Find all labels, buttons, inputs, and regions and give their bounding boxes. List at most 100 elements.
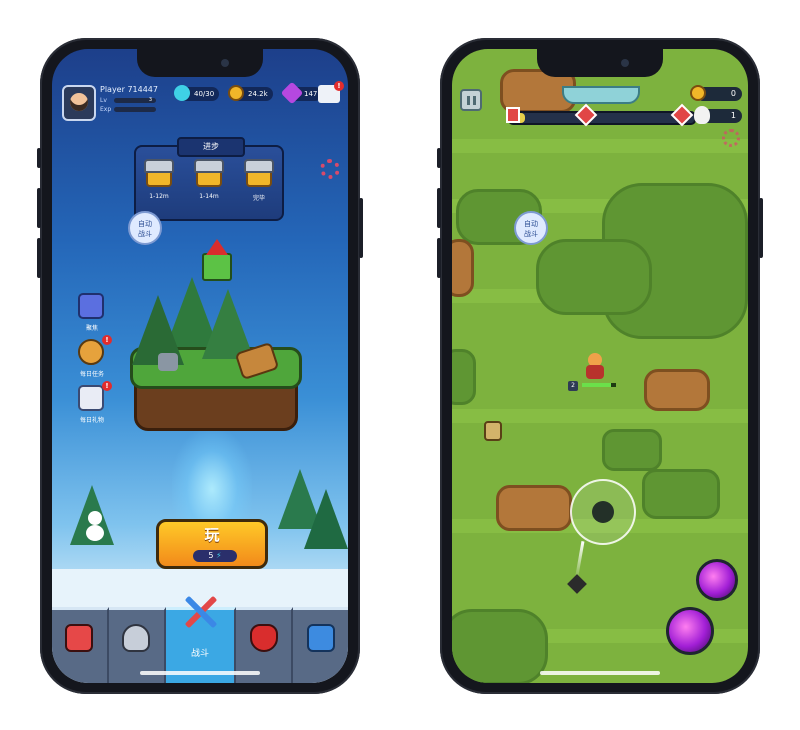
avatar-face-icon <box>70 93 88 111</box>
progress-card[interactable]: 进步 1-12m 1-14m 完毕 <box>134 137 284 221</box>
virtual-joystick[interactable] <box>570 479 636 545</box>
play-cost: 5 ⚡ <box>193 550 237 562</box>
coin-icon <box>228 85 244 101</box>
gem-value: 147 <box>304 90 318 98</box>
dark-grass-patch <box>452 609 548 683</box>
coin-value: 0 <box>730 89 736 98</box>
mute-switch <box>437 148 441 168</box>
phone-frame-right: 0 1 自动 战斗 2 <box>437 38 763 694</box>
auto-battle-label-2: 战斗 <box>138 230 152 238</box>
level-value: 3 <box>148 97 152 103</box>
chest-icon[interactable] <box>144 159 174 187</box>
home-indicator[interactable] <box>540 671 660 675</box>
daily-gift-badge: ! <box>102 381 112 391</box>
hero-health-bar <box>582 383 616 387</box>
helmet-icon <box>122 624 151 652</box>
lightning-icon <box>174 85 190 101</box>
dark-grass-patch <box>536 239 652 315</box>
gameplay-screen: 0 1 自动 战斗 2 <box>452 49 748 683</box>
shop-icon <box>65 624 94 652</box>
volume-up-button <box>37 188 41 228</box>
skull-icon <box>694 106 710 124</box>
chest-label: 1-12m <box>149 193 169 200</box>
chest-icon[interactable] <box>244 159 274 187</box>
power-button <box>359 198 363 258</box>
play-button[interactable]: 玩 5 ⚡ <box>156 519 268 569</box>
phone-frame-left: Player 714447 Lv 3 Exp 40/30 24.2k 147 ! <box>37 38 363 694</box>
exp-label: Exp <box>100 106 112 113</box>
settings-gear-icon[interactable] <box>320 159 340 179</box>
screen-icon <box>78 293 104 319</box>
camera-icon <box>221 59 229 67</box>
player-hero <box>582 353 608 381</box>
energy-icon: ⚡ <box>216 551 222 560</box>
mail-badge: ! <box>334 81 344 91</box>
chest-label: 1-14m <box>199 193 219 200</box>
chest-label: 完毕 <box>252 195 265 202</box>
player-name: Player 714447 <box>100 85 158 94</box>
power-button <box>759 198 763 258</box>
skill-button-1[interactable] <box>696 559 738 601</box>
auto-battle-label-1: 自动 <box>138 220 152 228</box>
auto-battle-label-1: 自动 <box>524 220 538 228</box>
coin-counter[interactable]: 24.2k <box>228 85 273 101</box>
progress-title: 进步 <box>177 137 245 157</box>
settings-gear-icon[interactable] <box>722 129 740 147</box>
chest-icon[interactable] <box>194 159 224 187</box>
dark-grass-patch <box>602 429 662 471</box>
play-cost-value: 5 <box>208 551 214 560</box>
tab-shop[interactable] <box>52 607 109 683</box>
wave-indicator <box>562 86 640 104</box>
kill-counter: 1 <box>694 106 742 124</box>
floating-island-level[interactable] <box>130 277 302 433</box>
crossed-swords-icon <box>180 592 220 632</box>
auto-battle-button[interactable]: 自动 战斗 <box>514 211 548 245</box>
christmas-gift-icon[interactable] <box>202 239 232 281</box>
hero-level: 2 <box>568 381 578 391</box>
volume-down-button <box>37 238 41 278</box>
skill-button-2[interactable] <box>666 607 714 655</box>
level-bar: 3 <box>114 97 156 103</box>
mud-patch <box>496 485 572 531</box>
mute-switch <box>37 148 41 168</box>
gem-counter[interactable]: 147 <box>280 81 323 105</box>
dark-grass-patch <box>642 469 720 519</box>
tab-battle-label: 战斗 <box>191 649 210 659</box>
pine-tree-icon <box>304 489 348 549</box>
gem-icon <box>280 81 304 105</box>
auto-battle-button[interactable]: 自动 战斗 <box>128 211 162 245</box>
daily-tasks-badge: ! <box>102 335 112 345</box>
top-bar: Player 714447 Lv 3 Exp 40/30 24.2k 147 ! <box>52 81 348 125</box>
snowman-icon <box>86 511 104 541</box>
camera-icon <box>78 339 104 365</box>
notch <box>137 49 263 77</box>
santa-hat-icon <box>206 239 228 255</box>
tab-cards[interactable] <box>293 607 348 683</box>
volume-down-button <box>437 238 441 278</box>
kill-value: 1 <box>730 111 736 120</box>
notch <box>537 49 663 77</box>
energy-counter[interactable]: 40/30 <box>174 85 220 101</box>
joystick-knob[interactable] <box>592 501 614 523</box>
volume-up-button <box>437 188 441 228</box>
dark-grass-patch <box>452 349 476 405</box>
player-avatar[interactable] <box>62 85 96 121</box>
player-portrait-icon <box>506 107 520 123</box>
level-label: Lv <box>100 97 107 104</box>
rock-icon <box>158 353 178 371</box>
side-menu-label: 聚焦 <box>85 325 98 332</box>
coin-counter: 0 <box>690 85 742 101</box>
coin-value: 24.2k <box>248 90 268 98</box>
pause-button[interactable] <box>460 89 482 111</box>
enemy-goblin-icon <box>484 421 502 441</box>
side-menu-label: 每日任务 <box>79 371 104 378</box>
coin-icon <box>690 85 706 101</box>
mud-patch <box>644 369 710 411</box>
cards-icon <box>306 624 335 652</box>
mud-patch <box>452 239 474 297</box>
auto-battle-label-2: 战斗 <box>524 230 538 238</box>
mask-icon <box>249 624 278 652</box>
gift-calendar-icon <box>78 385 104 411</box>
mail-button[interactable]: ! <box>318 81 344 103</box>
home-indicator[interactable] <box>140 671 260 675</box>
